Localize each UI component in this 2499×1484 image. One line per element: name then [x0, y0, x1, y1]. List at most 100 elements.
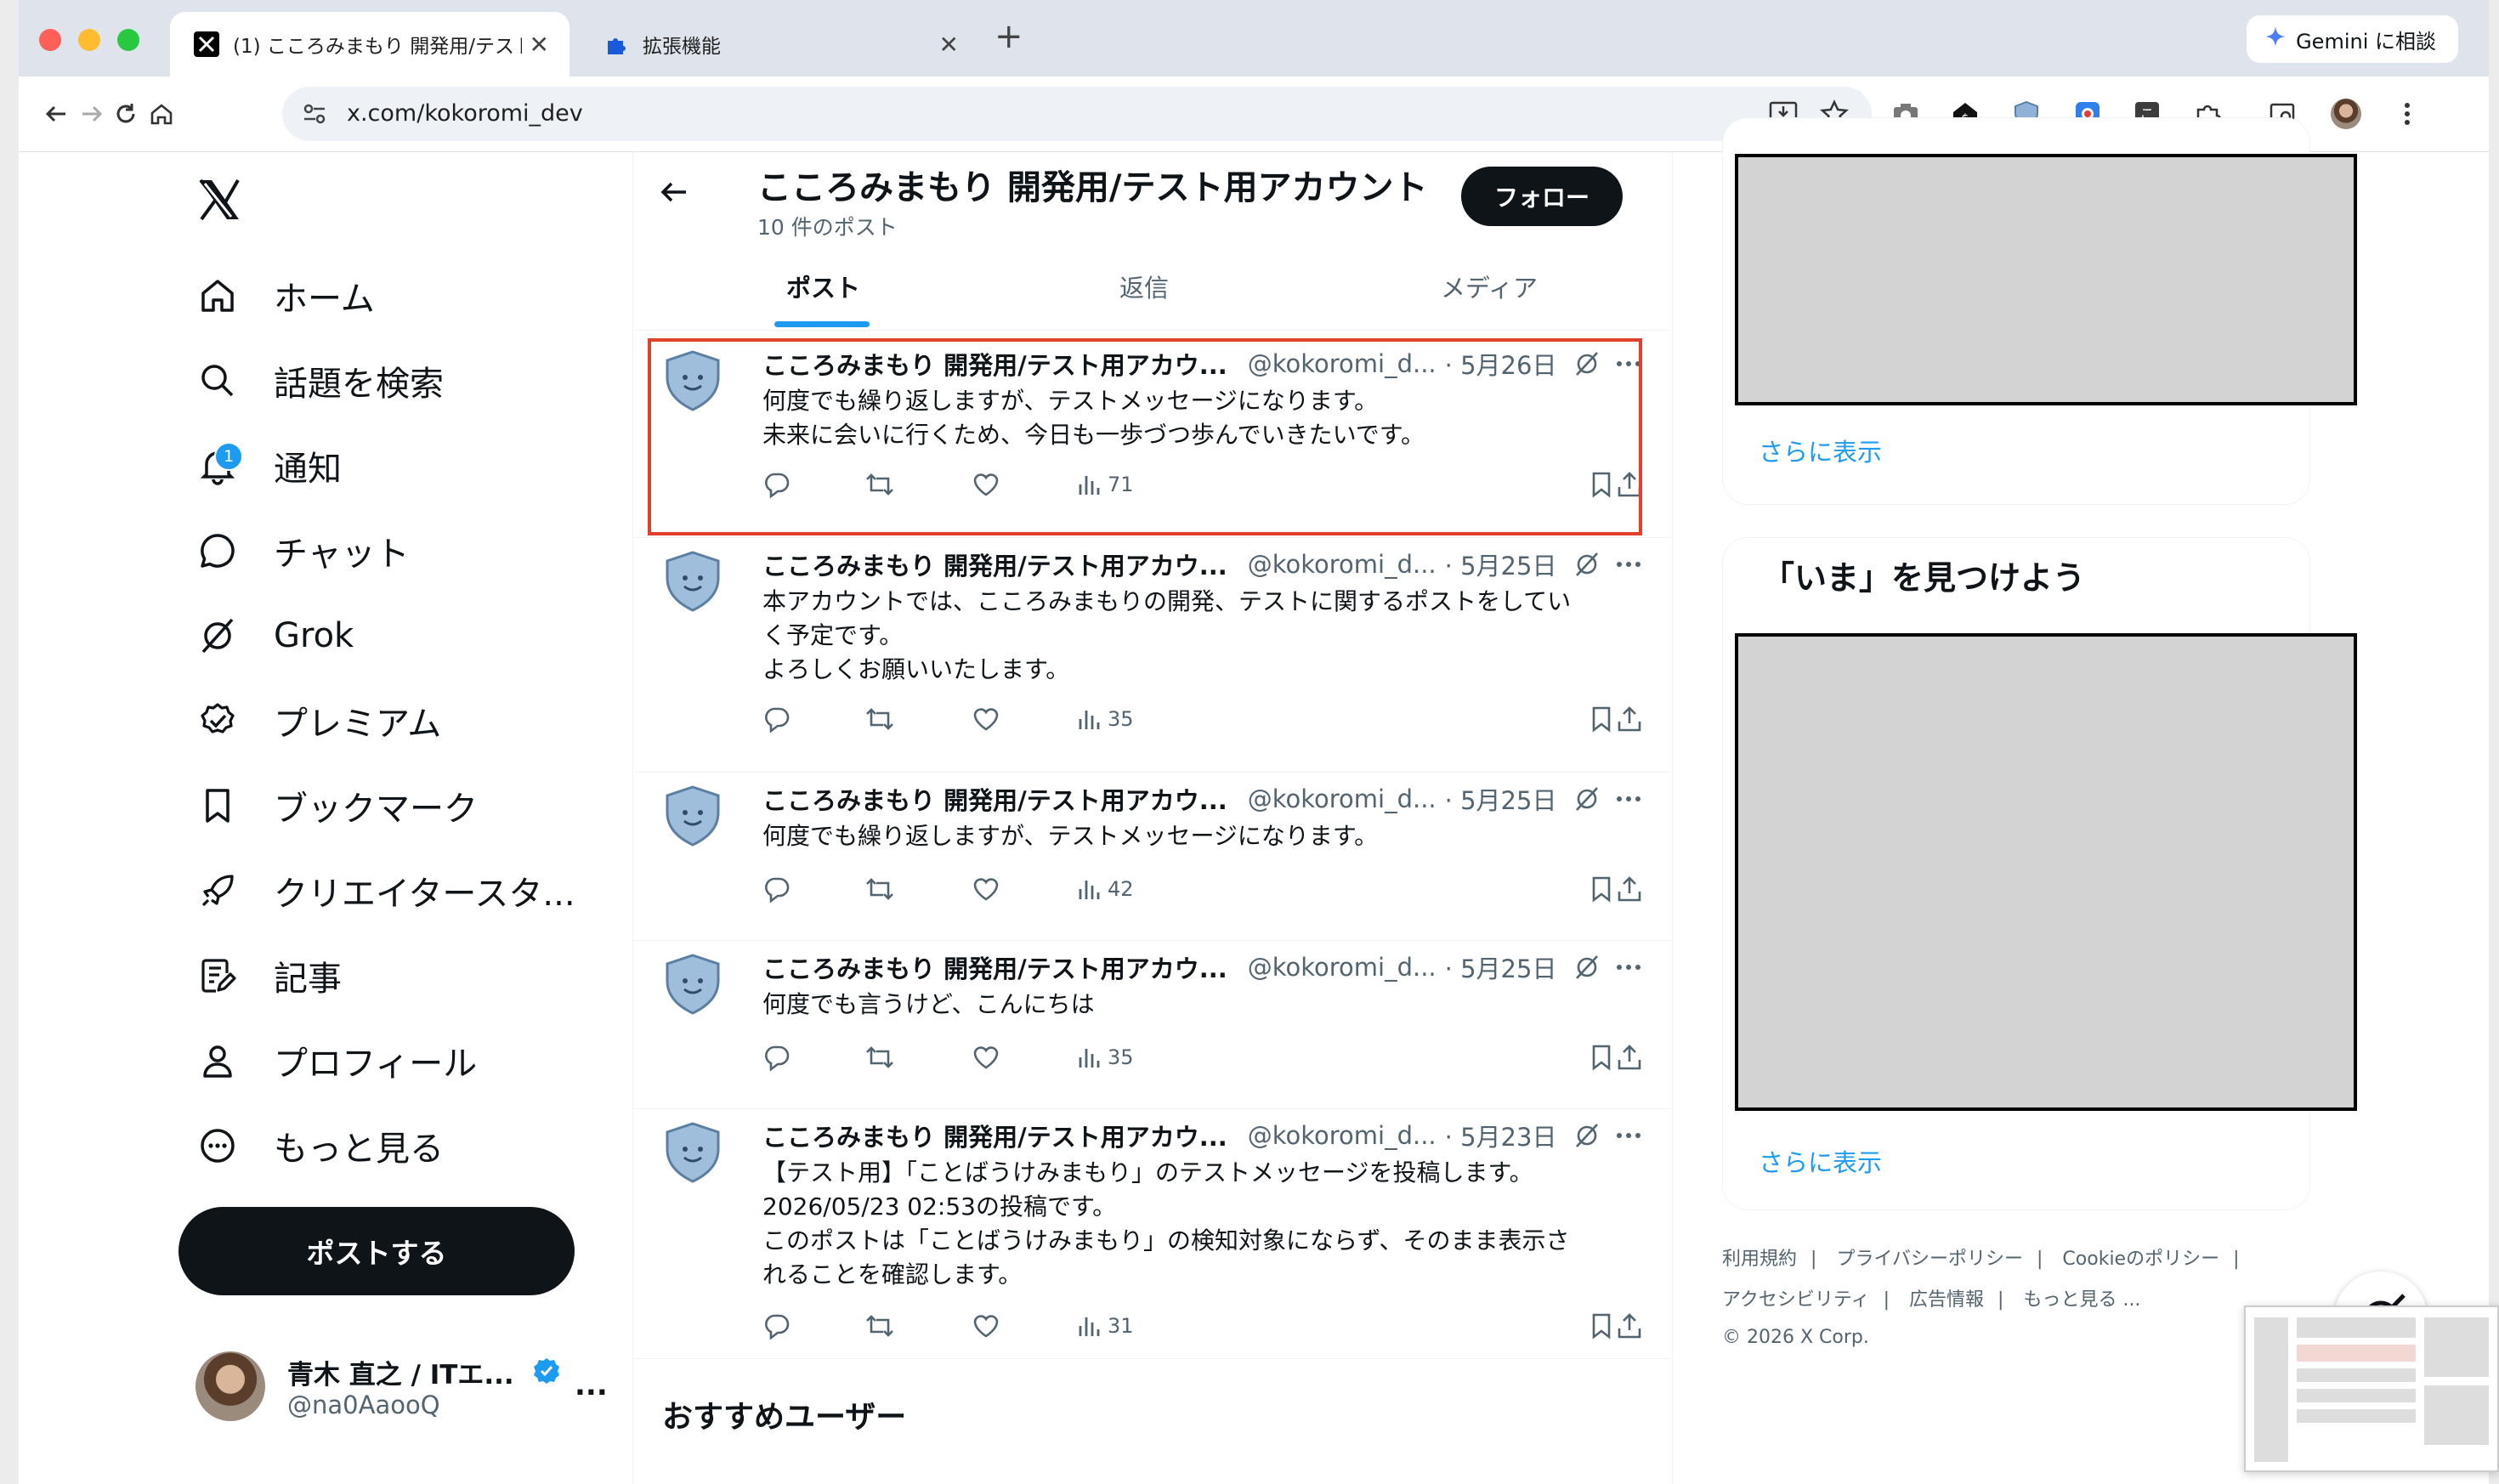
tweet-handle[interactable]: @kokoromi_d... — [1248, 550, 1436, 579]
repost-icon[interactable] — [864, 702, 895, 736]
follow-button[interactable]: フォロー — [1461, 167, 1623, 226]
nav-item-articles[interactable]: 記事 — [196, 942, 342, 1010]
nav-item-bookmarks[interactable]: ブックマーク — [196, 772, 478, 840]
account-more-button[interactable]: ... — [575, 1368, 608, 1402]
tweet-author[interactable]: こころみまもり 開発用/テスト用アカウ... — [762, 1118, 1227, 1153]
grok-icon[interactable] — [1573, 551, 1601, 578]
tweet[interactable]: こころみまもり 開発用/テスト用アカウ... @kokoromi_d... · … — [633, 537, 1672, 773]
repost-icon[interactable] — [864, 1040, 895, 1074]
repost-icon[interactable] — [864, 872, 895, 906]
grok-icon[interactable] — [1573, 954, 1601, 981]
reply-icon[interactable] — [762, 872, 791, 906]
back-button[interactable] — [37, 95, 75, 133]
tweet-handle[interactable]: @kokoromi_d... — [1248, 784, 1436, 813]
views-count[interactable]: 35 — [1077, 1040, 1134, 1074]
share-icon[interactable] — [1616, 1040, 1643, 1074]
like-icon[interactable] — [972, 1309, 1000, 1343]
share-icon[interactable] — [1616, 872, 1643, 906]
reply-icon[interactable] — [762, 702, 791, 736]
show-more-link[interactable]: さらに表示 — [1759, 1143, 1882, 1179]
views-icon — [1079, 1049, 1100, 1068]
forward-button[interactable] — [73, 95, 110, 133]
chrome-menu-icon[interactable] — [2390, 97, 2424, 131]
bookmark-action-icon[interactable] — [1589, 872, 1614, 906]
nav-item-premium[interactable]: プレミアム — [196, 687, 441, 755]
tweet-date[interactable]: · 5月25日 — [1445, 949, 1557, 985]
footer-link[interactable]: アクセシビリティ — [1722, 1289, 1870, 1311]
tab-close-icon[interactable]: ✕ — [530, 31, 549, 59]
bookmark-action-icon[interactable] — [1589, 1040, 1614, 1074]
footer-link[interactable]: もっと見る ... — [2023, 1289, 2140, 1311]
nav-item-explore[interactable]: 話題を検索 — [196, 347, 444, 415]
more-dots-icon[interactable] — [1616, 1131, 1641, 1140]
footer-link[interactable]: Cookieのポリシー — [2062, 1249, 2219, 1270]
tweet-handle[interactable]: @kokoromi_d... — [1248, 953, 1436, 982]
tweet-author[interactable]: こころみまもり 開発用/テスト用アカウ... — [762, 547, 1227, 582]
show-more-link[interactable]: さらに表示 — [1759, 433, 1882, 468]
more-dots-icon[interactable] — [1616, 963, 1641, 971]
address-bar[interactable]: x.com/kokoromi_dev — [282, 87, 1872, 141]
account-switcher[interactable]: 青木 直之 / ITエ... @na0AaooQ ... — [196, 1350, 620, 1435]
footer-link[interactable]: 利用規約 — [1722, 1249, 1797, 1270]
footer-link[interactable]: 広告情報 — [1909, 1289, 1984, 1311]
views-count[interactable]: 42 — [1077, 872, 1134, 906]
reply-icon[interactable] — [762, 1309, 791, 1343]
tweet[interactable]: こころみまもり 開発用/テスト用アカウ... @kokoromi_d... · … — [633, 1108, 1672, 1359]
minimize-window-button[interactable] — [78, 29, 100, 51]
more-circle-icon — [196, 1124, 240, 1168]
back-arrow-icon[interactable] — [657, 175, 691, 212]
more-dots-icon[interactable] — [1616, 560, 1641, 569]
tab-replies[interactable]: 返信 — [1119, 269, 1169, 304]
reload-icon — [116, 104, 135, 123]
more-dots-icon[interactable] — [1616, 795, 1641, 803]
nav-item-profile[interactable]: プロフィール — [196, 1027, 477, 1095]
profile-avatar-icon[interactable] — [2329, 97, 2363, 131]
like-icon[interactable] — [972, 1040, 1000, 1074]
grok-icon[interactable] — [1573, 1122, 1601, 1149]
home-button[interactable] — [143, 95, 180, 133]
page-title: こころみまもり 開発用/テスト用アカウント — [757, 168, 1428, 207]
views-count[interactable]: 35 — [1077, 702, 1134, 736]
tweet-date[interactable]: · 5月25日 — [1445, 547, 1557, 582]
nav-item-grok[interactable]: Grok — [196, 602, 354, 670]
gemini-button[interactable]: Gemini に相談 — [2247, 15, 2458, 63]
nav-item-more[interactable]: もっと見る — [196, 1112, 444, 1180]
reload-button[interactable] — [107, 95, 144, 133]
site-settings-icon[interactable] — [301, 100, 328, 131]
tab-title: (1) こころみまもり 開発用/テスト用アカウント — [233, 36, 522, 58]
tab-close-icon[interactable]: ✕ — [939, 31, 959, 59]
grok-icon[interactable] — [1573, 785, 1601, 813]
tweet-date[interactable]: · 5月23日 — [1445, 1118, 1557, 1153]
account-handle: @na0AaooQ — [287, 1391, 440, 1419]
share-icon[interactable] — [1616, 1309, 1643, 1343]
footer-link[interactable]: プライバシーポリシー — [1836, 1249, 2023, 1270]
post-button[interactable]: ポストする — [178, 1207, 575, 1295]
repost-icon[interactable] — [864, 1309, 895, 1343]
tab-posts[interactable]: ポスト — [786, 269, 860, 304]
bookmark-action-icon[interactable] — [1589, 702, 1614, 736]
tweet-author[interactable]: こころみまもり 開発用/テスト用アカウ... — [762, 781, 1227, 817]
tweet[interactable]: こころみまもり 開発用/テスト用アカウ... @kokoromi_d... · … — [633, 940, 1672, 1109]
reply-icon[interactable] — [762, 1040, 791, 1074]
browser-tab-extensions[interactable]: 拡張機能 ✕ — [580, 12, 979, 76]
maximize-window-button[interactable] — [117, 29, 139, 51]
tweet-handle[interactable]: @kokoromi_d... — [1248, 1121, 1436, 1150]
tweet[interactable]: こころみまもり 開発用/テスト用アカウ... @kokoromi_d... · … — [633, 772, 1672, 941]
new-tab-button[interactable]: + — [994, 17, 1023, 56]
like-icon[interactable] — [972, 872, 1000, 906]
x-logo-icon[interactable] — [197, 178, 241, 224]
share-icon[interactable] — [1616, 702, 1643, 736]
bookmark-action-icon[interactable] — [1589, 1309, 1614, 1343]
tweet-date[interactable]: · 5月25日 — [1445, 781, 1557, 817]
nav-item-notifications[interactable]: 1 通知 — [196, 432, 342, 500]
tweet-author[interactable]: こころみまもり 開発用/テスト用アカウ... — [762, 949, 1227, 985]
close-window-button[interactable] — [39, 29, 61, 51]
nav-item-home[interactable]: ホーム — [196, 262, 375, 330]
screenshot-thumbnail[interactable] — [2244, 1306, 2499, 1472]
tab-media[interactable]: メディア — [1441, 269, 1538, 304]
nav-item-chat[interactable]: チャット — [196, 517, 410, 585]
views-count[interactable]: 31 — [1077, 1309, 1134, 1343]
like-icon[interactable] — [972, 702, 1000, 736]
browser-tab-x[interactable]: (1) こころみまもり 開発用/テスト用アカウント ✕ — [170, 12, 570, 76]
nav-item-creator-studio[interactable]: クリエイタースタ... — [196, 857, 575, 925]
